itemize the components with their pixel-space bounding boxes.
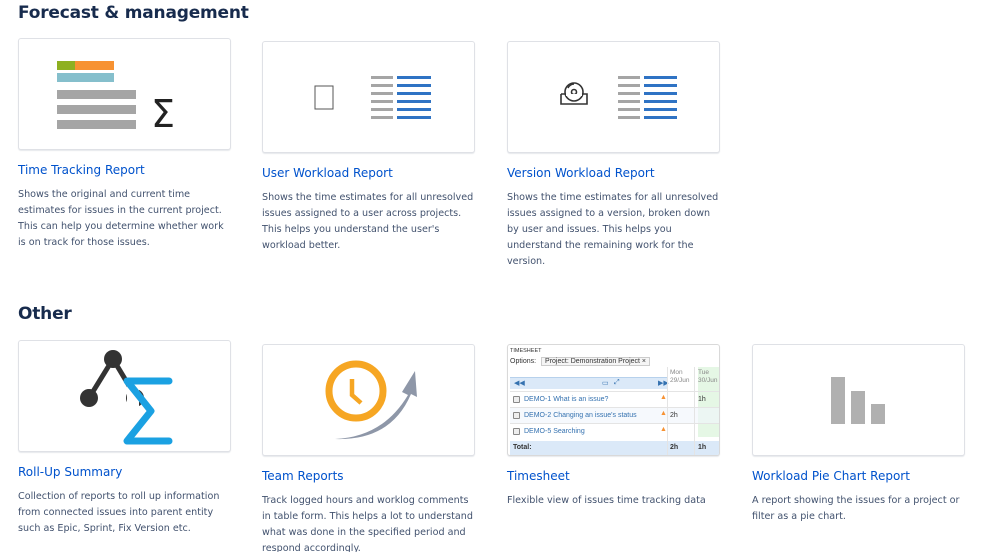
section-title-forecast: Forecast & management xyxy=(18,3,249,23)
day-name: Mon xyxy=(670,369,683,376)
report-link-time-tracking[interactable]: Time Tracking Report xyxy=(18,163,231,177)
report-card-team-reports[interactable]: Team Reports Track logged hours and work… xyxy=(262,344,475,552)
svg-text:Σ: Σ xyxy=(151,92,175,136)
total-label: Total: xyxy=(513,444,532,451)
report-description: Shows the time estimates for all unresol… xyxy=(262,192,474,251)
report-link-rollup-summary[interactable]: Roll-Up Summary xyxy=(18,465,231,479)
issue-link: DEMO-1 What is an issue? xyxy=(524,396,609,403)
report-description: Collection of reports to roll up informa… xyxy=(18,491,220,534)
day-date: 29/Jun xyxy=(670,377,690,384)
report-thumbnail[interactable] xyxy=(262,344,475,456)
timesheet-preview: TIMESHEET Options: Project: Demonstratio… xyxy=(508,345,719,455)
report-card-time-tracking[interactable]: Σ Time Tracking Report Shows the origina… xyxy=(18,38,231,251)
options-label: Options: xyxy=(510,358,537,365)
calendar-icon: ▭ xyxy=(602,380,609,387)
total-mon: 2h xyxy=(670,444,679,451)
issue-link: DEMO-2 Changing an issue's status xyxy=(524,412,637,419)
report-link-user-workload[interactable]: User Workload Report xyxy=(262,166,475,180)
priority-icon: ▲ xyxy=(660,394,667,401)
expand-icon: ⤢ xyxy=(614,379,620,386)
report-link-team-reports[interactable]: Team Reports xyxy=(262,469,475,483)
version-workload-icon xyxy=(560,76,677,119)
rollup-sigma-icon xyxy=(80,350,173,445)
issue-type-icon xyxy=(513,412,520,419)
priority-icon: ▲ xyxy=(660,410,667,417)
report-description: Track logged hours and worklog comments … xyxy=(262,495,473,552)
report-description: Shows the original and current time esti… xyxy=(18,189,224,248)
report-thumbnail[interactable] xyxy=(752,344,965,456)
report-card-version-workload[interactable]: Version Workload Report Shows the time e… xyxy=(507,41,720,270)
report-thumbnail[interactable] xyxy=(507,41,720,153)
previous-period-icon: ◀◀ xyxy=(514,380,525,387)
report-thumbnail[interactable]: TIMESHEET Options: Project: Demonstratio… xyxy=(507,344,720,456)
report-card-timesheet[interactable]: TIMESHEET Options: Project: Demonstratio… xyxy=(507,344,720,509)
user-workload-icon xyxy=(314,76,431,119)
report-link-workload-pie-chart[interactable]: Workload Pie Chart Report xyxy=(752,469,965,483)
timesheet-preview-title: TIMESHEET xyxy=(510,348,542,354)
report-thumbnail[interactable] xyxy=(262,41,475,153)
timesheet-nav-bar: ◀◀ ▭ ⤢ ▶▶ xyxy=(510,377,669,389)
total-tue: 1h xyxy=(698,444,707,451)
report-thumbnail[interactable]: Σ xyxy=(18,38,231,150)
report-card-rollup-summary[interactable]: Roll-Up Summary Collection of reports to… xyxy=(18,340,231,537)
time-tracking-sigma-icon: Σ xyxy=(57,61,175,136)
issue-type-icon xyxy=(513,428,520,435)
timesheet-row: DEMO-1 What is an issue? ▲ 1h xyxy=(510,391,719,407)
report-description: Flexible view of issues time tracking da… xyxy=(507,495,706,506)
column-divider xyxy=(694,367,695,455)
priority-icon: ▲ xyxy=(660,426,667,433)
day-date: 30/Jun xyxy=(698,377,718,384)
section-title-other: Other xyxy=(18,304,72,324)
project-filter-chip: Project: Demonstration Project × xyxy=(541,357,650,366)
issue-type-icon xyxy=(513,396,520,403)
day-header-mon: Mon 29/Jun xyxy=(670,369,690,385)
timesheet-total-row: Total: 2h 1h xyxy=(510,441,719,455)
report-description: Shows the time estimates for all unresol… xyxy=(507,192,719,267)
timesheet-row: DEMO-5 Searching ▲ xyxy=(510,423,719,439)
day-name: Tue xyxy=(698,369,709,376)
report-card-user-workload[interactable]: User Workload Report Shows the time esti… xyxy=(262,41,475,254)
clock-arrow-icon xyxy=(325,360,417,440)
bar-chart-icon xyxy=(831,377,885,424)
timesheet-row: DEMO-2 Changing an issue's status ▲ 2h xyxy=(510,407,719,423)
timesheet-options: Options: Project: Demonstration Project … xyxy=(510,357,650,366)
report-description: A report showing the issues for a projec… xyxy=(752,495,960,522)
report-card-workload-pie-chart[interactable]: Workload Pie Chart Report A report showi… xyxy=(752,344,965,525)
column-divider xyxy=(667,367,668,455)
day-header-tue: Tue 30/Jun xyxy=(698,369,718,385)
report-link-version-workload[interactable]: Version Workload Report xyxy=(507,166,720,180)
tue-value: 1h xyxy=(698,396,706,403)
mon-value: 2h xyxy=(670,412,678,419)
report-link-timesheet[interactable]: Timesheet xyxy=(507,469,720,483)
issue-link: DEMO-5 Searching xyxy=(524,428,585,435)
report-thumbnail[interactable] xyxy=(18,340,231,452)
